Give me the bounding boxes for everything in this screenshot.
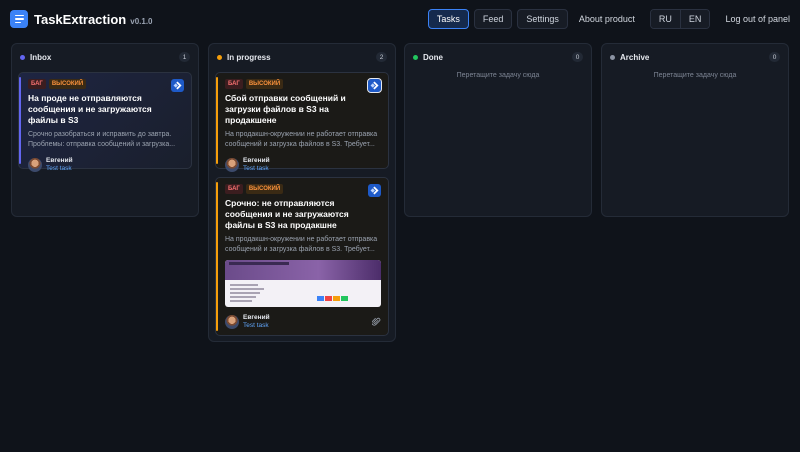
column-header: Done 0 (411, 50, 585, 64)
task-link[interactable]: Test task (46, 165, 73, 173)
type-tag: БАГ (225, 79, 243, 89)
card-description: На продакшн-окружении не работает отправ… (225, 131, 378, 148)
tab-feed[interactable]: Feed (473, 9, 513, 29)
type-tag: БАГ (28, 79, 46, 89)
logout-link[interactable]: Log out of panel (725, 14, 790, 24)
task-card[interactable]: БАГ ВЫСОКИЙ Срочно: не отправляются сооб… (215, 177, 389, 336)
card-title: Сбой отправки сообщений и загрузки файло… (225, 93, 346, 125)
jira-icon[interactable] (368, 184, 381, 197)
column-title: Inbox (30, 52, 52, 62)
priority-tag: ВЫСОКИЙ (245, 184, 284, 194)
column-title: Archive (620, 52, 650, 62)
type-tag: БАГ (225, 184, 243, 194)
status-dot (217, 54, 222, 60)
assignee-name: Евгений (243, 157, 270, 164)
column-title: In progress (227, 52, 271, 62)
column-count: 1 (179, 52, 190, 62)
status-dot (413, 54, 418, 60)
column-count: 0 (572, 52, 583, 62)
column-inbox: Inbox 1 БАГ ВЫСОКИЙ На проде не отправля… (11, 43, 199, 217)
assignee: Евгений Test task (225, 157, 381, 173)
drop-zone-hint[interactable]: Перетащите задачу сюда (411, 72, 585, 79)
about-link[interactable]: About product (573, 14, 641, 24)
document-lines-icon (10, 10, 28, 28)
app-version: v0.1.0 (130, 16, 153, 26)
paperclip-icon[interactable] (371, 313, 381, 331)
column-done: Done 0 Перетащите задачу сюда (404, 43, 592, 217)
assignee-name: Евгений (243, 314, 270, 321)
task-link[interactable]: Test task (243, 165, 270, 173)
column-header: Archive 0 (608, 50, 782, 64)
assignee: Евгений Test task (225, 313, 381, 331)
jira-icon[interactable] (367, 78, 382, 93)
avatar (28, 158, 42, 172)
column-count: 0 (769, 52, 780, 62)
avatar (225, 315, 239, 329)
status-dot (610, 54, 615, 60)
column-header: In progress 2 (215, 50, 389, 64)
assignee-name: Евгений (46, 157, 73, 164)
tab-settings[interactable]: Settings (517, 9, 568, 29)
task-card[interactable]: БАГ ВЫСОКИЙ На проде не отправляются соо… (18, 72, 192, 172)
main-nav: Tasks Feed Settings About product RU EN … (427, 9, 790, 29)
column-in-progress: In progress 2 БАГ ВЫСОКИЙ Сбой отправки … (208, 43, 396, 342)
column-header: Inbox 1 (18, 50, 192, 64)
task-link[interactable]: Test task (243, 322, 270, 330)
tab-tasks[interactable]: Tasks (427, 9, 469, 29)
app-brand: TaskExtraction (34, 11, 127, 27)
card-title: На проде не отправляются сообщения и не … (28, 93, 152, 125)
priority-tag: ВЫСОКИЙ (245, 79, 284, 89)
assignee: Евгений Test task (28, 157, 184, 173)
column-archive: Archive 0 Перетащите задачу сюда (601, 43, 789, 217)
lang-ru-button[interactable]: RU (650, 10, 680, 28)
avatar (225, 158, 239, 172)
priority-tag: ВЫСОКИЙ (48, 79, 87, 89)
card-description: Срочно разобраться и исправить до завтра… (28, 131, 176, 148)
language-switch: RU EN (649, 9, 711, 29)
app-header: TaskExtraction v0.1.0 Tasks Feed Setting… (0, 0, 800, 38)
status-dot (20, 54, 25, 60)
column-title: Done (423, 52, 443, 62)
drop-zone-hint[interactable]: Перетащите задачу сюда (608, 72, 782, 79)
jira-icon[interactable] (171, 79, 184, 92)
task-card[interactable]: БАГ ВЫСОКИЙ Сбой отправки сообщений и за… (215, 72, 389, 172)
lang-en-button[interactable]: EN (679, 10, 710, 28)
card-title: Срочно: не отправляются сообщения и не з… (225, 198, 349, 230)
attachment-preview-image[interactable] (225, 260, 381, 307)
card-description: На продакшн-окружении не работает отправ… (225, 236, 378, 253)
column-count: 2 (376, 52, 387, 62)
